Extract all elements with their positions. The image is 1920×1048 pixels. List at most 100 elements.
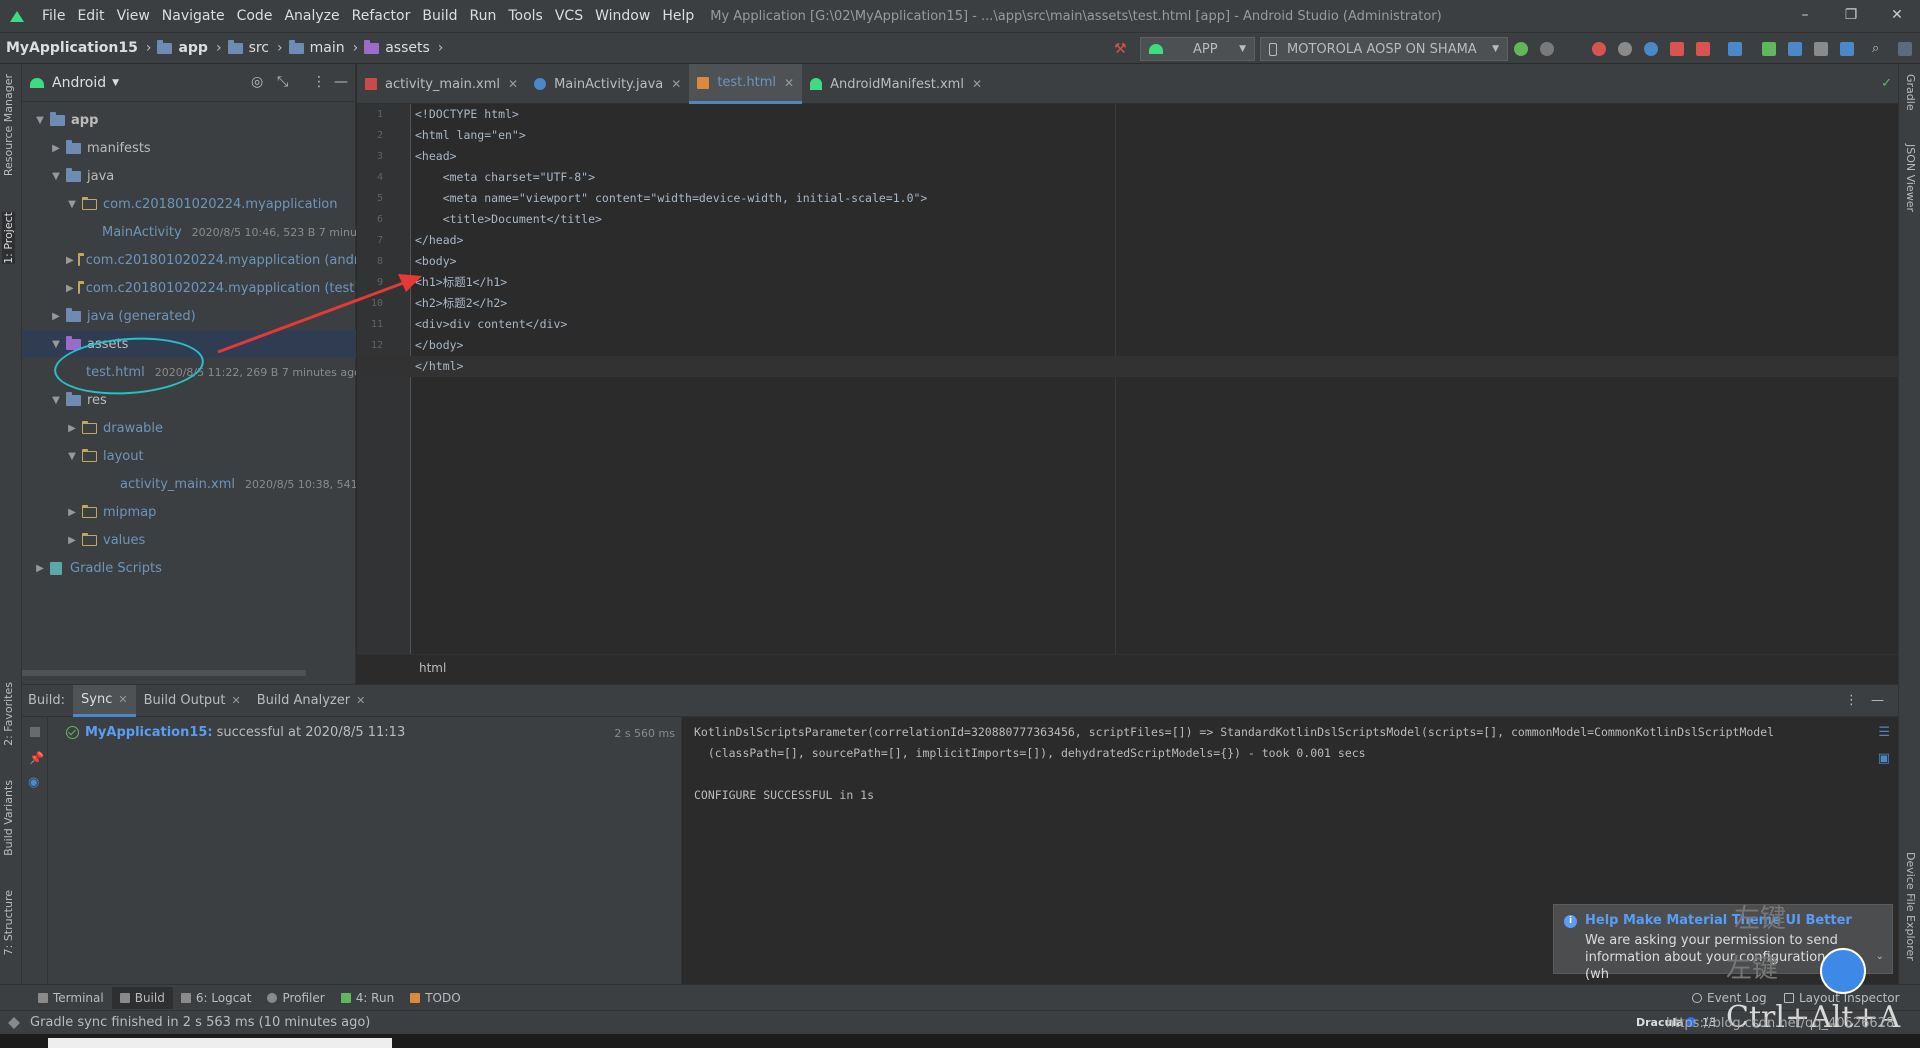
notification-title[interactable]: Help Make Material Theme UI Better	[1585, 913, 1852, 928]
tree-item-gradle-scripts[interactable]: ▶ Gradle Scripts	[22, 554, 356, 582]
debug-icon[interactable]	[1592, 42, 1606, 56]
todo-tool-button[interactable]: TODO	[402, 987, 468, 1009]
taskbar-search[interactable]	[48, 1038, 392, 1048]
menu-vcs[interactable]: VCS	[549, 8, 589, 24]
close-icon[interactable]: ✕	[972, 77, 982, 91]
close-icon[interactable]: ✕	[784, 76, 794, 90]
tab-build-output[interactable]: Build Output ✕	[136, 685, 249, 717]
run-config-select[interactable]: APP ▼	[1140, 37, 1255, 61]
hammer-icon[interactable]: ⚒	[1114, 42, 1128, 56]
menu-help[interactable]: Help	[656, 8, 700, 24]
menu-code[interactable]: Code	[231, 8, 279, 24]
eye-icon[interactable]: ◉	[28, 775, 39, 790]
gradle-sync-icon[interactable]	[1788, 42, 1802, 56]
sdk-manager-icon[interactable]	[1840, 42, 1854, 56]
tab-favorites[interactable]: 2: Favorites	[2, 682, 15, 746]
logcat-tool-button[interactable]: 6: Logcat	[173, 987, 260, 1009]
profile-icon[interactable]	[1644, 42, 1658, 56]
menu-file[interactable]: File	[36, 8, 71, 24]
avd-manager-icon[interactable]	[1814, 42, 1828, 56]
menu-refactor[interactable]: Refactor	[346, 8, 417, 24]
layers-icon[interactable]	[8, 1016, 20, 1029]
hide-panel-icon[interactable]: —	[1871, 693, 1884, 708]
code-editor[interactable]: 1 2 3 4 5 6 7 8 9 10 11 12 13 <!DOCTYPE …	[357, 104, 1898, 654]
menu-run[interactable]: Run	[464, 8, 503, 24]
hide-panel-icon[interactable]: —	[334, 74, 348, 90]
apply-code-changes-icon[interactable]	[1540, 42, 1554, 56]
stop-icon[interactable]	[1696, 42, 1710, 56]
apply-changes-icon[interactable]	[1514, 42, 1528, 56]
menu-edit[interactable]: Edit	[71, 8, 110, 24]
menu-build[interactable]: Build	[416, 8, 463, 24]
tree-item-package[interactable]: ▼ com.c201801020224.myapplication	[22, 190, 356, 218]
tab-sync[interactable]: Sync ✕	[73, 684, 136, 717]
horizontal-scrollbar[interactable]	[22, 670, 306, 676]
run-tool-button[interactable]: 4: Run	[333, 987, 403, 1009]
stop-icon[interactable]	[30, 727, 40, 737]
run-coverage-icon[interactable]	[1618, 42, 1632, 56]
terminal-icon[interactable]	[1762, 42, 1776, 56]
tab-build-variants[interactable]: Build Variants	[2, 780, 15, 856]
maximize-button[interactable]: ❐	[1828, 0, 1874, 32]
tree-item-layout[interactable]: ▼ layout	[22, 442, 356, 470]
breadcrumb-src[interactable]: src	[249, 40, 269, 56]
more-options-icon[interactable]: ⋮	[1845, 693, 1858, 708]
minimize-button[interactable]: –	[1782, 0, 1828, 32]
tree-item-activity-main[interactable]: activity_main.xml2020/8/5 10:38, 541 B 4…	[22, 470, 356, 498]
tree-item-manifests[interactable]: ▶ manifests	[22, 134, 356, 162]
tab-resource-manager[interactable]: Resource Manager	[2, 74, 15, 176]
tab-json-viewer[interactable]: JSON Viewer	[1904, 144, 1917, 212]
layout-icon[interactable]	[1728, 42, 1742, 56]
close-icon[interactable]: ✕	[671, 77, 681, 91]
terminal-tool-button[interactable]: Terminal	[30, 987, 112, 1009]
attach-debugger-icon[interactable]	[1670, 42, 1684, 56]
tab-structure[interactable]: 7: Structure	[2, 890, 15, 955]
chevron-down-icon[interactable]: ▼	[112, 78, 119, 88]
tree-item-res[interactable]: ▼ res	[22, 386, 356, 414]
menu-window[interactable]: Window	[589, 8, 656, 24]
collapse-icon[interactable]: ⤡	[277, 74, 288, 90]
menu-view[interactable]: View	[111, 8, 156, 24]
tree-item-java[interactable]: ▼ java	[22, 162, 356, 190]
pin-icon[interactable]: 📌	[29, 751, 44, 765]
close-icon[interactable]: ✕	[118, 693, 127, 706]
device-select[interactable]: MOTOROLA AOSP ON SHAMA ▼	[1260, 37, 1508, 61]
tab-gradle[interactable]: Gradle	[1904, 74, 1917, 111]
close-icon[interactable]: ✕	[508, 77, 518, 91]
tree-item-app[interactable]: ▼ app	[22, 106, 356, 134]
settings-icon[interactable]	[1898, 42, 1912, 56]
tree-item-mainactivity[interactable]: MainActivity 2020/8/5 10:46, 523 B 7 minu…	[22, 218, 356, 246]
search-icon[interactable]: ⌕	[1872, 42, 1886, 56]
tree-item-drawable[interactable]: ▶ drawable	[22, 414, 356, 442]
target-icon[interactable]: ◎	[251, 74, 263, 90]
close-icon[interactable]: ✕	[232, 694, 241, 707]
floating-assistant-button[interactable]	[1820, 948, 1866, 994]
tab-androidmanifest-xml[interactable]: AndroidManifest.xml ✕	[802, 64, 990, 104]
menu-tools[interactable]: Tools	[502, 8, 549, 24]
tab-device-file-explorer[interactable]: Device File Explorer	[1904, 852, 1917, 961]
tab-build-analyzer[interactable]: Build Analyzer ✕	[249, 685, 374, 717]
tree-item-mipmap[interactable]: ▶ mipmap	[22, 498, 356, 526]
tab-project[interactable]: 1: Project	[2, 212, 15, 264]
breadcrumb-project[interactable]: MyApplication15	[6, 40, 138, 56]
breadcrumb-main[interactable]: main	[310, 40, 345, 56]
breadcrumb-app[interactable]: app	[178, 40, 208, 56]
project-view-select[interactable]: Android	[52, 75, 106, 91]
tree-item-values[interactable]: ▶ values	[22, 526, 356, 554]
tab-test-html[interactable]: test.html ✕	[689, 64, 803, 104]
chevron-down-icon[interactable]: ⌄	[1876, 951, 1884, 962]
breadcrumb-assets[interactable]: assets	[385, 40, 430, 56]
editor-breadcrumb-item[interactable]: html	[419, 661, 446, 675]
tab-activity-main-xml[interactable]: activity_main.xml ✕	[357, 64, 526, 104]
tab-mainactivity-java[interactable]: MainActivity.java ✕	[526, 64, 689, 104]
profiler-tool-button[interactable]: Profiler	[259, 987, 332, 1009]
more-options-icon[interactable]: ⋮	[312, 74, 326, 90]
scroll-end-icon[interactable]: ▣	[1878, 751, 1890, 766]
status-message[interactable]: Gradle sync finished in 2 s 563 ms (10 m…	[30, 1015, 370, 1030]
build-result-row[interactable]: MyApplication15: successful at 2020/8/5 …	[66, 725, 405, 740]
close-icon[interactable]: ✕	[356, 694, 365, 707]
soft-wrap-icon[interactable]: ☰	[1878, 725, 1890, 740]
close-window-button[interactable]: ✕	[1874, 0, 1920, 32]
build-tool-button[interactable]: Build	[111, 986, 173, 1009]
menu-navigate[interactable]: Navigate	[156, 8, 231, 24]
